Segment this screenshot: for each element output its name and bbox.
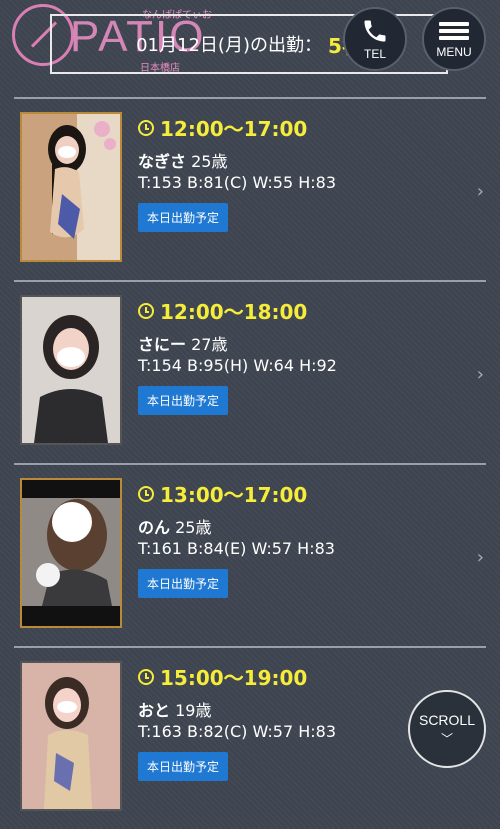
scroll-button[interactable]: SCROLL ﹀ — [408, 690, 486, 768]
shift-time-text: 13:00〜17:00 — [160, 483, 308, 507]
cast-photo[interactable] — [20, 478, 122, 628]
chevron-right-icon[interactable]: › — [477, 181, 484, 202]
shift-time-text: 12:00〜17:00 — [160, 117, 308, 141]
clock-icon — [138, 485, 154, 502]
tel-button[interactable]: TEL — [343, 7, 407, 71]
header: PATIO なんばぱてぃお 日本橋店 01月12日(月)の出勤： 5名 TEL … — [0, 0, 500, 95]
cast-name-age: さにー 27歳 — [138, 331, 227, 355]
shift-time: 13:00〜17:00 — [138, 479, 307, 508]
cast-card[interactable]: 12:00〜17:00 なぎさ 25歳 T:153 B:81(C) W:55 H… — [14, 97, 486, 280]
cast-photo[interactable] — [20, 661, 122, 811]
cast-stats: T:154 B:95(H) W:64 H:92 — [138, 356, 337, 375]
cast-name: おと — [138, 701, 171, 720]
cast-age: 27歳 — [191, 335, 228, 354]
shift-time-text: 15:00〜19:00 — [160, 666, 308, 690]
cast-name: さにー — [138, 335, 187, 354]
cast-name-age: なぎさ 25歳 — [138, 148, 227, 172]
attendance-tag[interactable]: 本日出勤予定 — [138, 203, 229, 232]
clock-icon — [138, 302, 154, 319]
cast-stats: T:163 B:82(C) W:57 H:83 — [138, 722, 336, 741]
cast-card[interactable]: 13:00〜17:00 のん 25歳 T:161 B:84(E) W:57 H:… — [14, 463, 486, 646]
cast-stats: T:161 B:84(E) W:57 H:83 — [138, 539, 335, 558]
attendance-tag[interactable]: 本日出勤予定 — [138, 386, 229, 415]
shift-time: 15:00〜19:00 — [138, 662, 307, 691]
tel-label: TEL — [363, 47, 386, 61]
cast-name: なぎさ — [138, 152, 187, 171]
clock-icon — [138, 119, 154, 136]
menu-button[interactable]: MENU — [422, 7, 486, 71]
shift-time-text: 12:00〜18:00 — [160, 300, 308, 324]
date-text: 01月12日(月)の出勤： — [136, 35, 322, 56]
chevron-down-icon: ﹀ — [440, 731, 453, 746]
attendance-tag[interactable]: 本日出勤予定 — [138, 569, 229, 598]
phone-icon — [364, 20, 386, 42]
shift-time: 12:00〜18:00 — [138, 296, 307, 325]
cast-card[interactable]: 12:00〜18:00 さにー 27歳 T:154 B:95(H) W:64 H… — [14, 280, 486, 463]
cast-stats: T:153 B:81(C) W:55 H:83 — [138, 173, 336, 192]
cast-name: のん — [138, 518, 171, 537]
attendance-tag[interactable]: 本日出勤予定 — [138, 752, 229, 781]
menu-label: MENU — [436, 45, 472, 59]
cast-name-age: のん 25歳 — [138, 514, 211, 538]
hamburger-icon — [439, 19, 469, 43]
shift-time: 12:00〜17:00 — [138, 113, 307, 142]
cast-age: 25歳 — [191, 152, 228, 171]
cast-age: 19歳 — [175, 701, 212, 720]
chevron-right-icon[interactable]: › — [477, 364, 484, 385]
chevron-right-icon[interactable]: › — [477, 547, 484, 568]
cast-photo[interactable] — [20, 112, 122, 262]
scroll-label: SCROLL — [418, 711, 476, 728]
cast-age: 25歳 — [175, 518, 212, 537]
cast-photo[interactable] — [20, 295, 122, 445]
cast-name-age: おと 19歳 — [138, 697, 211, 721]
clock-icon — [138, 668, 154, 685]
